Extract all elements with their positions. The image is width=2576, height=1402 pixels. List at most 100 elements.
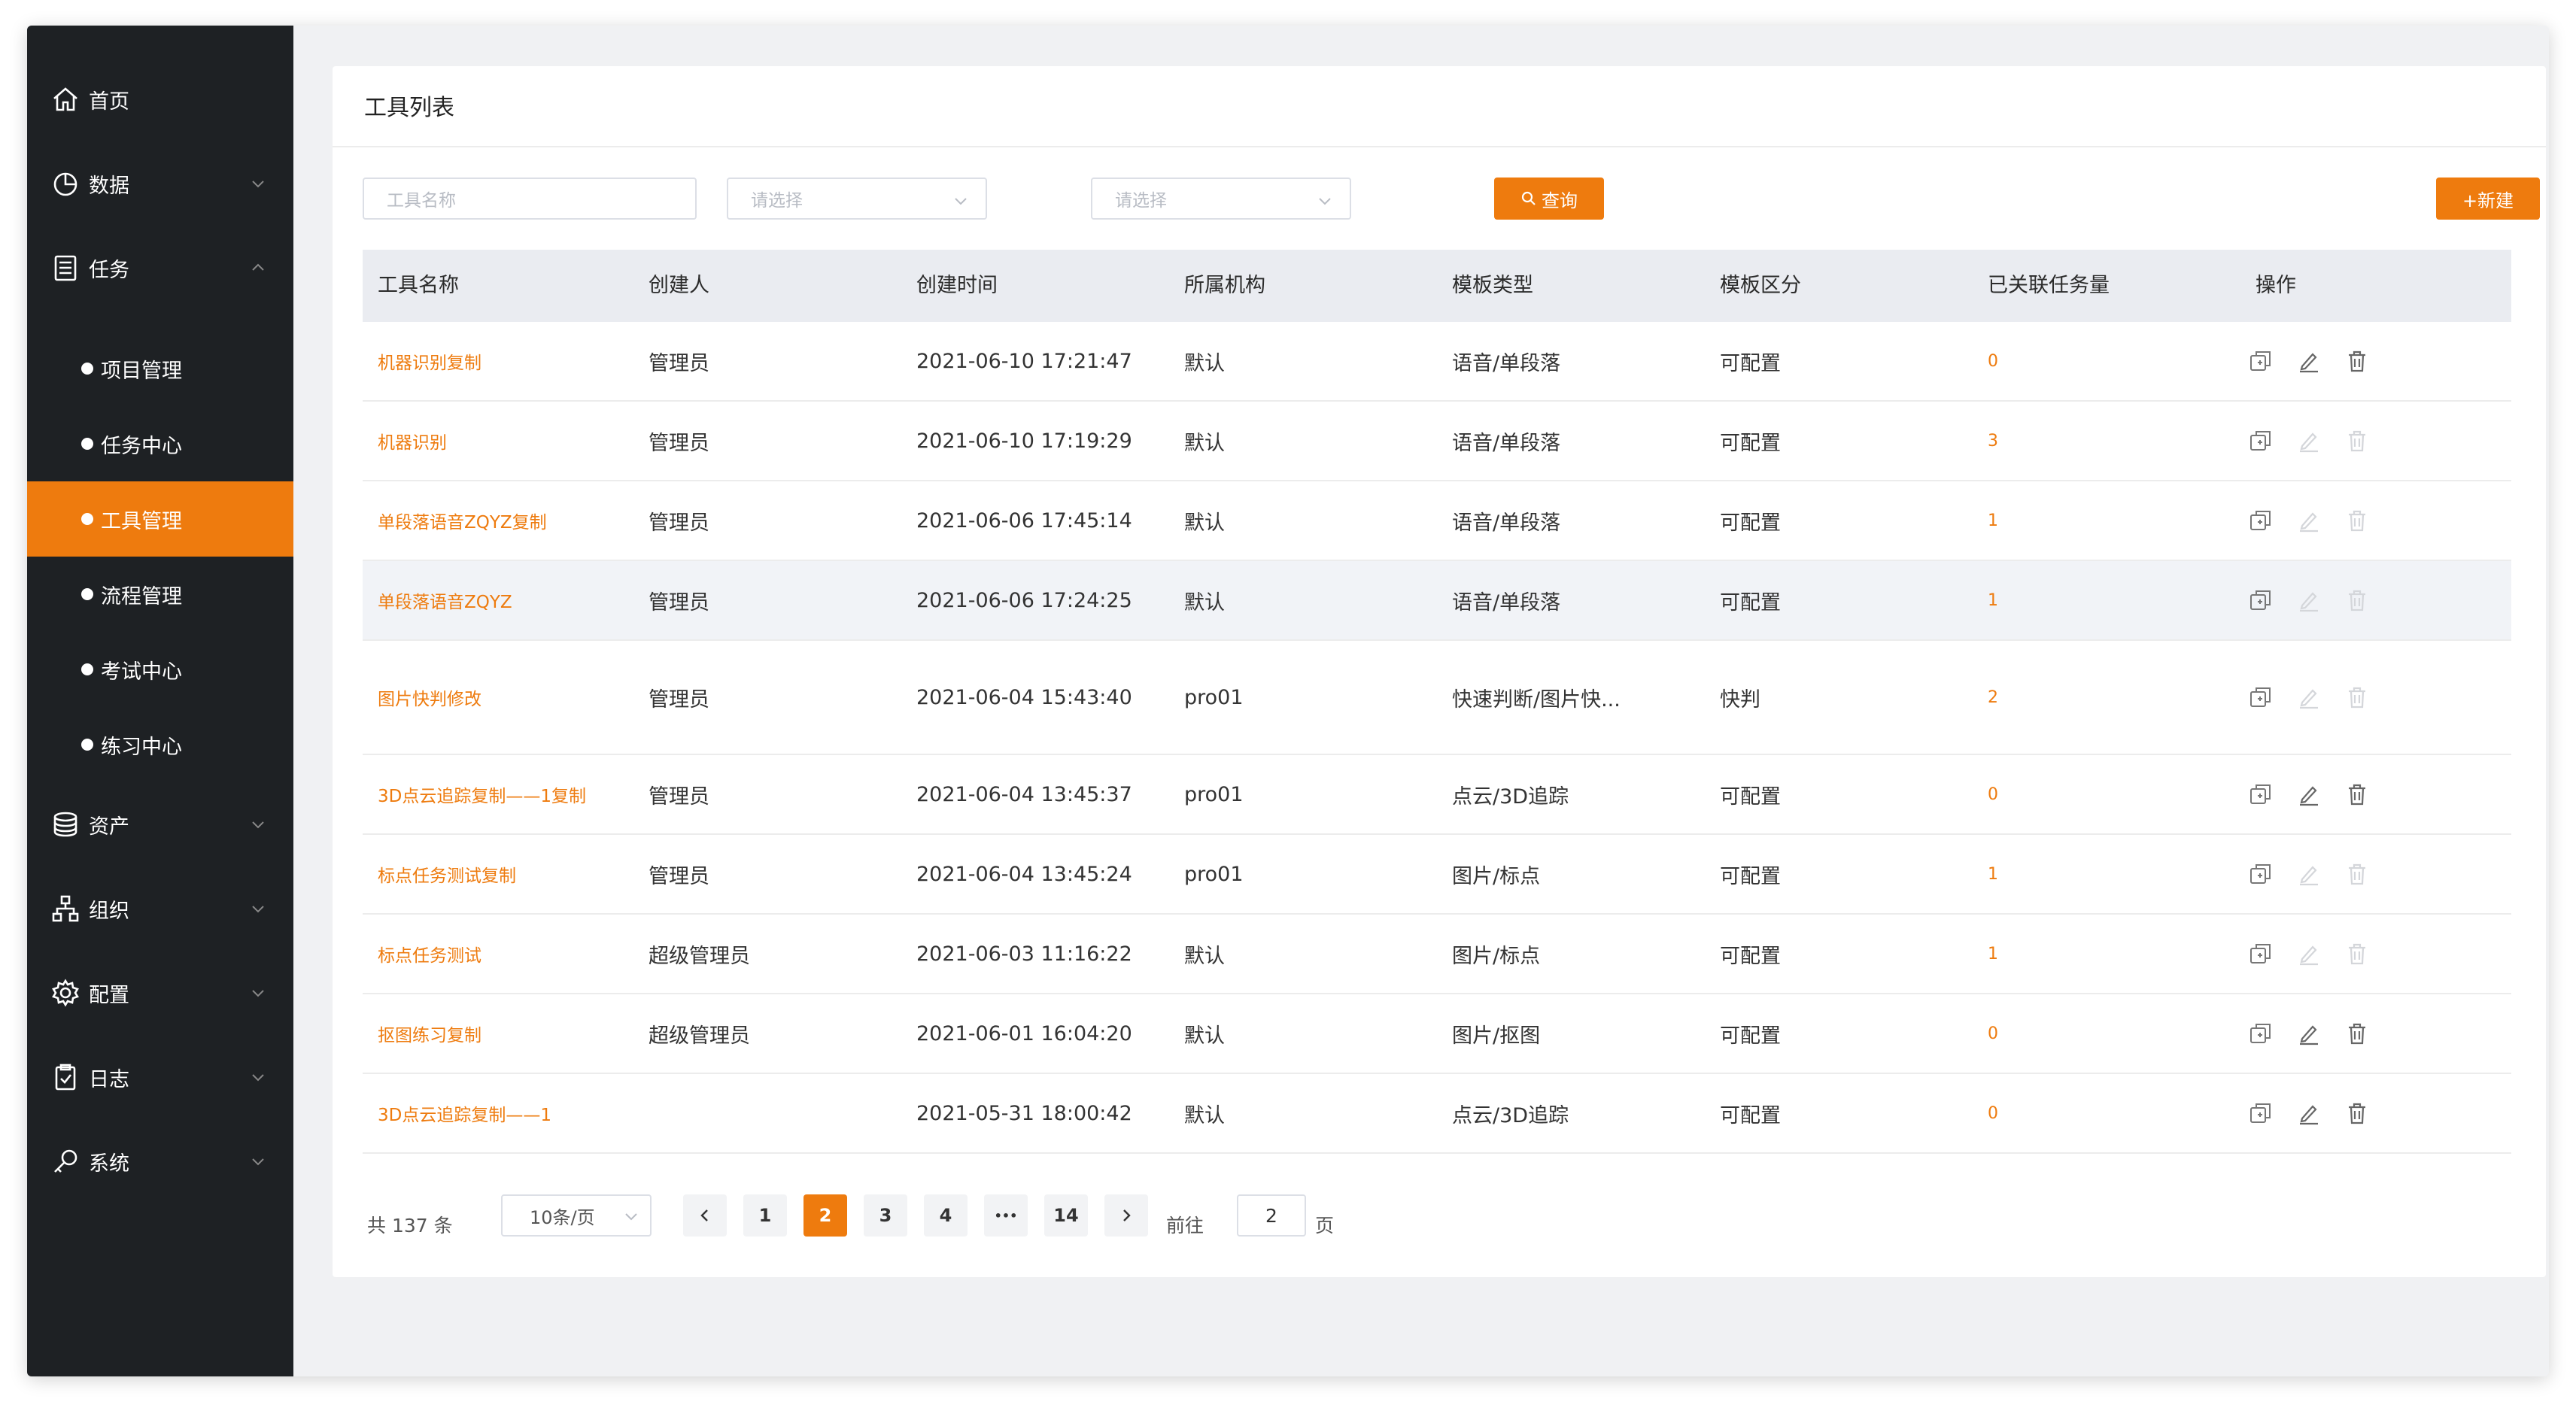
nav-item-org[interactable]: 组织 (27, 871, 293, 946)
copy-icon[interactable] (2248, 861, 2274, 887)
template-type-cell: 图片/标点 (1452, 944, 1541, 968)
page-size-select[interactable]: 10条/页 (501, 1194, 652, 1237)
table-row: 单段落语音ZQYZ 管理员 2021-06-06 17:24:25 默认 语音/单段落 可… (363, 561, 2511, 641)
tool-name-link[interactable]: 机器识别复制 (378, 322, 481, 400)
sidebar-sub-tool-management[interactable]: 工具管理 (27, 481, 293, 557)
tool-name-link[interactable]: 3D点云追踪复制——1复制 (378, 755, 586, 833)
delete-icon[interactable] (2344, 781, 2370, 807)
bullet-dot (81, 438, 93, 450)
chevron-down-icon (955, 198, 967, 205)
prev-page-button[interactable] (683, 1194, 727, 1237)
sidebar-sub-practice[interactable]: 练习中心 (27, 707, 293, 782)
delete-icon[interactable] (2344, 1021, 2370, 1046)
edit-icon[interactable] (2296, 941, 2322, 967)
copy-icon[interactable] (2248, 1100, 2274, 1126)
row-actions (2248, 915, 2392, 993)
nav-label: 首页 (89, 90, 129, 114)
page-button-current[interactable]: 2 (803, 1194, 847, 1237)
nav-label: 日志 (89, 1067, 129, 1091)
copy-icon[interactable] (2248, 428, 2274, 454)
nav-item-log[interactable]: 日志 (27, 1039, 293, 1115)
filter-select-1[interactable]: 请选择 (727, 178, 987, 220)
col-header: 模板类型 (1452, 274, 1533, 297)
query-button[interactable]: 查询 (1494, 178, 1604, 220)
table-row: 机器识别 管理员 2021-06-10 17:19:29 默认 语音/单段落 可配置 3 (363, 402, 2511, 481)
edit-icon[interactable] (2296, 1100, 2322, 1126)
edit-icon[interactable] (2296, 348, 2322, 374)
row-actions (2248, 835, 2392, 913)
tool-name-input[interactable]: 工具名称 (363, 178, 697, 220)
linked-task-count: 0 (1988, 351, 1998, 371)
new-label: +新建 (2462, 190, 2514, 211)
delete-icon[interactable] (2344, 861, 2370, 887)
delete-icon[interactable] (2344, 508, 2370, 533)
edit-icon[interactable] (2296, 508, 2322, 533)
copy-icon[interactable] (2248, 781, 2274, 807)
edit-icon[interactable] (2296, 428, 2322, 454)
table-row: 图片快判修改 管理员 2021-06-04 15:43:40 pro01 快速判断/图片… (363, 641, 2511, 755)
sub-label: 工具管理 (101, 509, 182, 533)
table-row: 机器识别复制 管理员 2021-06-10 17:21:47 默认 语音/单段落 可配置 0 (363, 322, 2511, 402)
col-header: 创建时间 (916, 274, 998, 297)
tool-name-placeholder: 工具名称 (387, 191, 456, 211)
tool-name-link[interactable]: 标点任务测试复制 (378, 835, 516, 913)
nav-item-assets[interactable]: 资产 (27, 787, 293, 862)
sidebar-sub-exam[interactable]: 考试中心 (27, 632, 293, 707)
goto-page-input[interactable]: 2 (1237, 1194, 1306, 1237)
copy-icon[interactable] (2248, 508, 2274, 533)
chevron-down-icon (252, 990, 264, 997)
sidebar-sub-project[interactable]: 项目管理 (27, 331, 293, 406)
tool-name-link[interactable]: 机器识别 (378, 402, 447, 480)
template-kind-cell: 可配置 (1720, 351, 1781, 375)
table-row: 3D点云追踪复制——1复制 管理员 2021-06-04 13:45:37 pro01… (363, 755, 2511, 835)
nav-item-data[interactable]: 数据 (27, 146, 293, 221)
page-ellipsis[interactable]: ••• (984, 1194, 1028, 1237)
copy-icon[interactable] (2248, 684, 2274, 710)
tool-name-link[interactable]: 图片快判修改 (378, 641, 481, 754)
edit-icon[interactable] (2296, 587, 2322, 613)
org-cell: 默认 (1184, 1024, 1225, 1048)
delete-icon[interactable] (2344, 587, 2370, 613)
delete-icon[interactable] (2344, 428, 2370, 454)
copy-icon[interactable] (2248, 587, 2274, 613)
sidebar-sub-process[interactable]: 流程管理 (27, 557, 293, 632)
copy-icon[interactable] (2248, 1021, 2274, 1046)
delete-icon[interactable] (2344, 348, 2370, 374)
nav-item-system[interactable]: 系统 (27, 1124, 293, 1199)
edit-icon[interactable] (2296, 684, 2322, 710)
delete-icon[interactable] (2344, 941, 2370, 967)
nav-item-task[interactable]: 任务 (27, 230, 293, 305)
delete-icon[interactable] (2344, 1100, 2370, 1126)
copy-icon[interactable] (2248, 941, 2274, 967)
tool-name-link[interactable]: 标点任务测试 (378, 915, 481, 993)
page-button[interactable]: 4 (924, 1194, 968, 1237)
tool-name-link[interactable]: 抠图练习复制 (378, 994, 481, 1073)
org-cell: 默认 (1184, 511, 1225, 535)
new-button[interactable]: +新建 (2436, 178, 2540, 220)
tool-name-link[interactable]: 单段落语音ZQYZ (378, 561, 512, 639)
edit-icon[interactable] (2296, 1021, 2322, 1046)
sub-label: 练习中心 (101, 735, 182, 759)
page-button[interactable]: 1 (743, 1194, 787, 1237)
sidebar-sub-task-center[interactable]: 任务中心 (27, 406, 293, 481)
org-cell: pro01 (1184, 862, 1244, 886)
nav-item-home[interactable]: 首页 (27, 62, 293, 137)
created-time-cell: 2021-06-04 13:45:37 (916, 782, 1132, 806)
template-type-cell: 点云/3D追踪 (1452, 1103, 1569, 1127)
nav-label: 任务 (89, 258, 129, 282)
edit-icon[interactable] (2296, 781, 2322, 807)
org-cell: 默认 (1184, 351, 1225, 375)
tool-name-link[interactable]: 3D点云追踪复制——1 (378, 1074, 551, 1152)
delete-icon[interactable] (2344, 684, 2370, 710)
page-button[interactable]: 14 (1044, 1194, 1088, 1237)
next-page-button[interactable] (1104, 1194, 1148, 1237)
copy-icon[interactable] (2248, 348, 2274, 374)
template-type-cell: 语音/单段落 (1452, 590, 1561, 615)
filter-select-2[interactable]: 请选择 (1091, 178, 1351, 220)
edit-icon[interactable] (2296, 861, 2322, 887)
page-button[interactable]: 3 (864, 1194, 907, 1237)
nav-item-config[interactable]: 配置 (27, 955, 293, 1030)
tool-name-link[interactable]: 单段落语音ZQYZ复制 (378, 481, 547, 560)
template-kind-cell: 可配置 (1720, 864, 1781, 888)
row-actions (2248, 994, 2392, 1073)
